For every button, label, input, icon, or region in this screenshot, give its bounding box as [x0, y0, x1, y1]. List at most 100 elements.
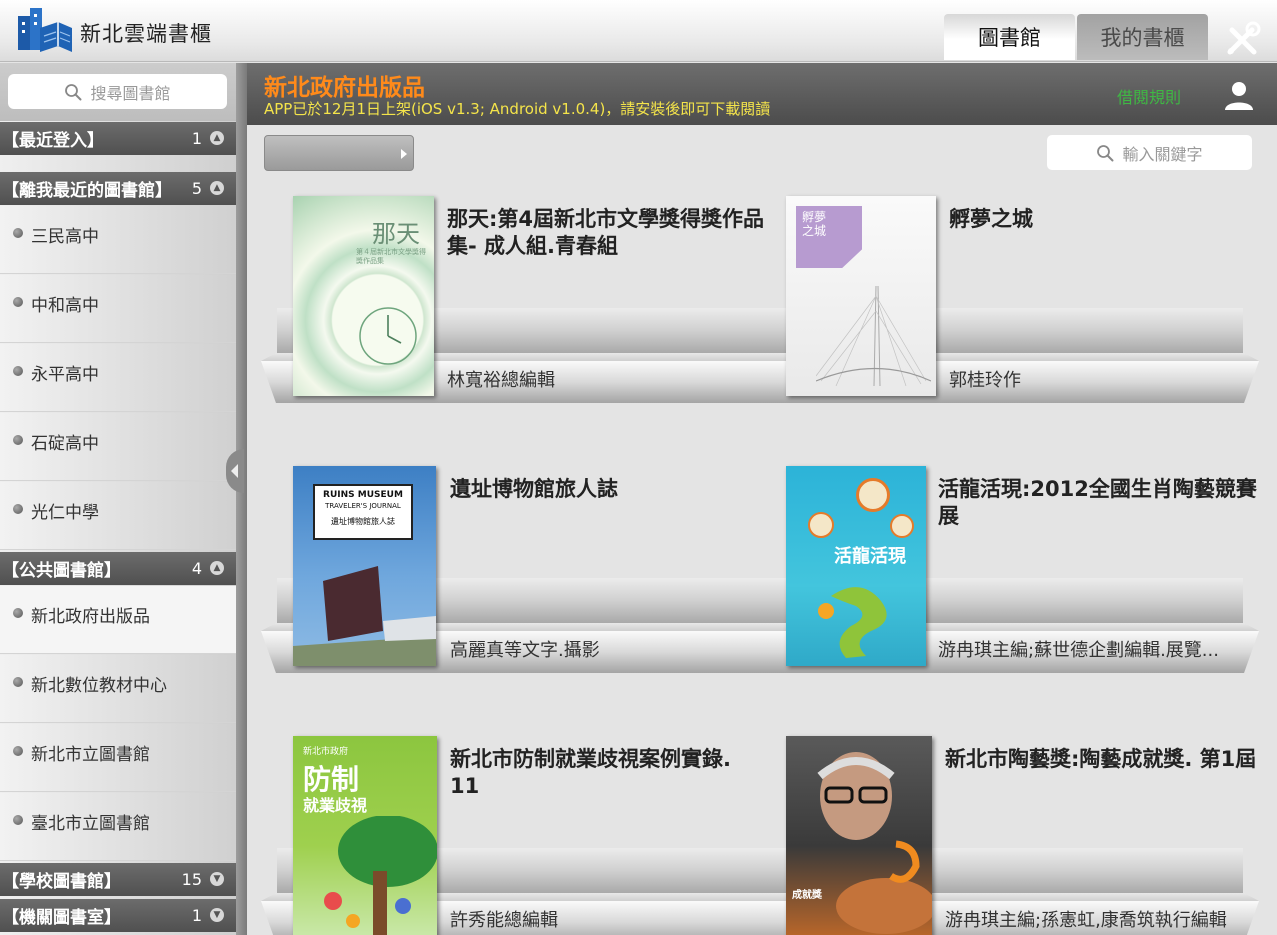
section-school-libraries[interactable]: 【學校圖書館】 15 ▼ [0, 863, 236, 896]
book-title[interactable]: 活龍活現:2012全國生肖陶藝競賽展 [938, 476, 1268, 530]
section-nearby-libraries[interactable]: 【離我最近的圖書館】 5 ▲ [0, 172, 236, 205]
sidebar-item-sanmin[interactable]: 三民高中 [0, 206, 236, 274]
bullet-icon [13, 608, 23, 618]
bullet-icon [13, 504, 23, 514]
collapse-up-icon[interactable]: ▲ [210, 181, 224, 195]
sidebar-item-label: 新北市立圖書館 [31, 745, 150, 765]
dragon-illustration-icon [818, 587, 887, 658]
clock-illustration-icon [359, 307, 417, 365]
section-public-libraries[interactable]: 【公共圖書館】 4 ▲ [0, 552, 236, 585]
book-title[interactable]: 遺址博物館旅人誌 [450, 476, 750, 503]
cover-title: RUINS MUSEUM [323, 490, 403, 500]
sidebar-item-label: 永平高中 [31, 365, 99, 385]
section-title: 【學校圖書館】 [2, 872, 121, 892]
section-agency-libraries[interactable]: 【機關圖書室】 1 ▼ [0, 899, 236, 932]
keyword-search-input[interactable]: 輸入關鍵字 [1047, 135, 1252, 170]
book-cover[interactable]: 那天 第４屆新北市文學獎得獎作品集 [293, 196, 434, 396]
library-search-input[interactable]: 搜尋圖書館 [8, 74, 227, 109]
book-author: 游冉琪主編;孫憲虹,康喬筑執行編輯 [945, 910, 1227, 931]
sidebar: 搜尋圖書館 【最近登入】 1 ▲ 【離我最近的圖書館】 5 ▲ 三民高中 中和高… [0, 63, 236, 935]
sidebar-item-shiding[interactable]: 石碇高中 [0, 413, 236, 481]
section-count: 15 [181, 870, 202, 889]
expand-down-icon[interactable]: ▼ [210, 872, 224, 886]
library-header: 新北政府出版品 APP已於12月1日上架(iOS v1.3; Android v… [247, 63, 1277, 125]
sidebar-item-ntpc-library[interactable]: 新北市立圖書館 [0, 724, 236, 792]
app-logo-icon [18, 8, 72, 52]
museum-building-icon [293, 566, 436, 666]
bullet-icon [13, 366, 23, 376]
cover-title: 孵夢之城 [802, 210, 827, 238]
section-count: 1 [191, 906, 202, 925]
expand-down-icon[interactable]: ▼ [210, 908, 224, 922]
bridge-illustration-icon [816, 286, 931, 386]
book-cover[interactable]: 活龍活現 [786, 466, 926, 666]
sidebar-item-label: 臺北市立圖書館 [31, 814, 150, 834]
bullet-icon [13, 677, 23, 687]
collapse-up-icon[interactable]: ▲ [210, 131, 224, 145]
sidebar-item-yongping[interactable]: 永平高中 [0, 344, 236, 412]
bullet-icon [13, 435, 23, 445]
settings-tools-icon[interactable] [1222, 20, 1262, 60]
sidebar-item-label: 三民高中 [31, 227, 99, 247]
library-search-placeholder: 搜尋圖書館 [90, 83, 171, 103]
sidebar-item-label: 新北數位教材中心 [31, 676, 167, 696]
cover-zodiac-circle [856, 478, 890, 512]
cover-zodiac-circle [808, 512, 834, 538]
cover-subtitle: 第４屆新北市文學獎得獎作品集 [356, 248, 426, 265]
bullet-icon [13, 746, 23, 756]
sidebar-item-zhonghe[interactable]: 中和高中 [0, 275, 236, 343]
section-count: 5 [191, 179, 202, 198]
tab-library[interactable]: 圖書館 [944, 14, 1075, 60]
sidebar-item-taipei-library[interactable]: 臺北市立圖書館 [0, 793, 236, 861]
category-selector-button[interactable] [264, 135, 414, 171]
sidebar-item-ntpc-publications[interactable]: 新北政府出版品 [0, 586, 236, 654]
cover-subtitle: 就業歧視 [303, 796, 368, 815]
sidebar-item-digital-materials[interactable]: 新北數位教材中心 [0, 655, 236, 723]
book-author: 許秀能總編輯 [450, 910, 558, 931]
search-icon [1097, 144, 1114, 161]
cover-subtitle: TRAVELER'S JOURNAL [325, 502, 401, 510]
collapse-up-icon[interactable]: ▲ [210, 561, 224, 575]
book-title[interactable]: 那天:第4屆新北市文學獎得獎作品集- 成人組.青春組 [447, 206, 767, 260]
cover-subtitle-zh: 遺址博物館旅人誌 [331, 517, 395, 526]
book-author: 高麗真等文字.攝影 [450, 640, 600, 661]
section-title: 【離我最近的圖書館】 [2, 181, 172, 201]
keyword-search-placeholder: 輸入關鍵字 [1122, 144, 1203, 164]
book-title[interactable]: 新北市陶藝獎:陶藝成就獎. 第1屆 [945, 746, 1265, 773]
cover-publisher: 新北市政府 [303, 747, 349, 757]
book-cover[interactable]: 孵夢之城 [786, 196, 936, 396]
app-title: 新北雲端書櫃 [80, 22, 212, 46]
potter-portrait-icon [817, 752, 932, 934]
bookshelf-area: 輸入關鍵字 那天 第４屆新北市文學獎得獎作品集 那天:第4屆新北市文學獎得獎作品… [247, 125, 1277, 935]
bullet-icon [13, 297, 23, 307]
sidebar-divider [236, 63, 247, 935]
book-cover[interactable]: 成就獎 [786, 736, 932, 935]
sidebar-item-guangren[interactable]: 光仁中學 [0, 482, 236, 550]
top-bar: 新北雲端書櫃 圖書館 我的書櫃 [0, 0, 1277, 62]
book-title[interactable]: 孵夢之城 [949, 206, 1249, 233]
cover-title: 成就獎 [792, 890, 822, 901]
section-title: 【公共圖書館】 [2, 561, 121, 581]
section-title: 【機關圖書室】 [2, 908, 121, 928]
book-cover[interactable]: RUINS MUSEUM TRAVELER'S JOURNAL 遺址博物館旅人誌 [293, 466, 436, 666]
library-notice: APP已於12月1日上架(iOS v1.3; Android v1.0.4)，請… [264, 100, 771, 118]
sidebar-item-label: 新北政府出版品 [31, 607, 150, 627]
book-cover[interactable]: 新北市政府 防制 就業歧視 [293, 736, 437, 935]
section-recent-login[interactable]: 【最近登入】 1 ▲ [0, 122, 236, 155]
section-count: 1 [191, 129, 202, 148]
tab-my-bookshelf[interactable]: 我的書櫃 [1077, 14, 1208, 60]
cover-zodiac-circle [890, 514, 914, 538]
sidebar-item-label: 石碇高中 [31, 434, 99, 454]
sidebar-item-label: 中和高中 [31, 296, 99, 316]
sidebar-item-label: 光仁中學 [31, 503, 99, 523]
book-author: 郭桂玲作 [949, 370, 1021, 391]
borrow-rules-link[interactable]: 借閱規則 [1117, 84, 1181, 108]
library-title: 新北政府出版品 [264, 75, 425, 101]
user-account-icon[interactable] [1222, 78, 1256, 112]
cover-title: 活龍活現 [834, 546, 906, 567]
book-title[interactable]: 新北市防制就業歧視案例實錄. 11 [450, 746, 760, 800]
section-count: 4 [191, 559, 202, 578]
bullet-icon [13, 228, 23, 238]
section-title: 【最近登入】 [2, 131, 104, 151]
bullet-icon [13, 815, 23, 825]
